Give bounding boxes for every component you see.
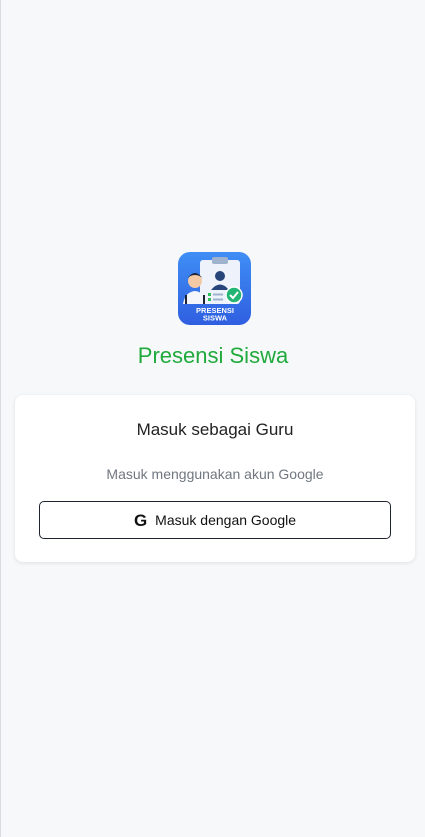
card-title: Masuk sebagai Guru [136,420,294,439]
app-logo: PRESENSI SISWA [178,252,251,325]
google-icon: G [133,510,148,530]
logo-text-line2: SISWA [203,314,228,323]
app-title: Presensi Siswa [137,343,289,368]
login-page: PRESENSI SISWA Presensi Siswa Masuk seba… [0,0,425,837]
card-subtitle: Masuk menggunakan akun Google [106,466,324,482]
google-signin-button[interactable]: G Masuk dengan Google [39,501,391,539]
google-signin-label: Masuk dengan Google [155,512,297,528]
login-card: Masuk sebagai Guru Masuk menggunakan aku… [15,395,415,562]
